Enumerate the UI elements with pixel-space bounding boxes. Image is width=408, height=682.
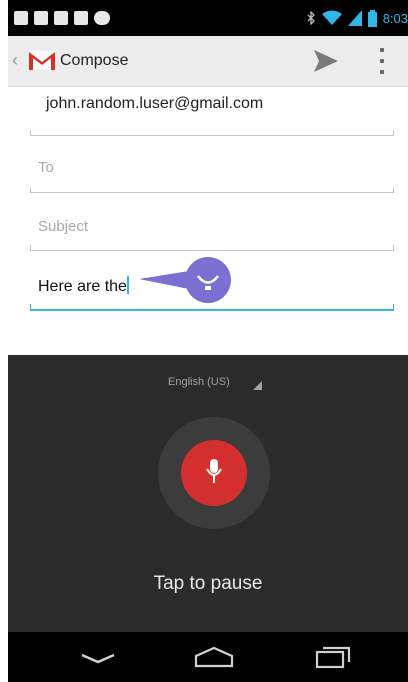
phone-screen: 8:03 ‹ Compose john.random.luser@gmail.c… [8, 0, 408, 682]
language-selector[interactable]: English (US) [168, 376, 230, 388]
action-bar: ‹ Compose [8, 36, 408, 87]
home-nav-icon[interactable] [194, 645, 234, 669]
status-bar: 8:03 [8, 0, 408, 36]
notification-icon [14, 11, 28, 25]
subject-field[interactable]: Subject [38, 218, 88, 235]
notification-icon [34, 11, 48, 25]
divider [30, 244, 394, 251]
up-caret-icon[interactable]: ‹ [12, 50, 18, 71]
bluetooth-icon [307, 11, 315, 25]
body-field[interactable]: Here are the [38, 276, 129, 296]
status-indicators: 8:03 [306, 0, 408, 36]
send-icon[interactable] [312, 48, 340, 74]
body-text: Here are the [38, 278, 127, 295]
cursor-handle-icon[interactable] [139, 257, 231, 305]
to-field[interactable]: To [38, 159, 54, 176]
notification-icon [74, 11, 88, 25]
text-cursor [126, 276, 129, 294]
back-nav-icon[interactable] [78, 645, 118, 669]
battery-icon [367, 9, 377, 27]
from-account[interactable]: john.random.luser@gmail.com [46, 95, 263, 113]
clock: 8:03 [382, 10, 408, 26]
navigation-bar [8, 632, 408, 682]
overflow-menu-icon[interactable] [378, 48, 386, 74]
signal-icon [347, 10, 362, 26]
voice-status: Tap to pause [153, 573, 263, 594]
divider [30, 129, 394, 136]
notification-icon [54, 11, 68, 25]
mic-button[interactable] [181, 440, 247, 506]
gmail-logo[interactable] [28, 50, 56, 70]
compose-form: john.random.luser@gmail.com To Subject H… [8, 87, 408, 357]
wifi-icon [321, 10, 342, 25]
microphone-icon [206, 459, 222, 483]
recent-apps-icon[interactable] [314, 645, 354, 669]
notification-icon [94, 11, 110, 25]
dropdown-triangle-icon [253, 381, 262, 390]
voice-input-panel: English (US) Tap to pause [8, 355, 408, 632]
page-title: Compose [60, 52, 129, 69]
divider [30, 186, 394, 193]
